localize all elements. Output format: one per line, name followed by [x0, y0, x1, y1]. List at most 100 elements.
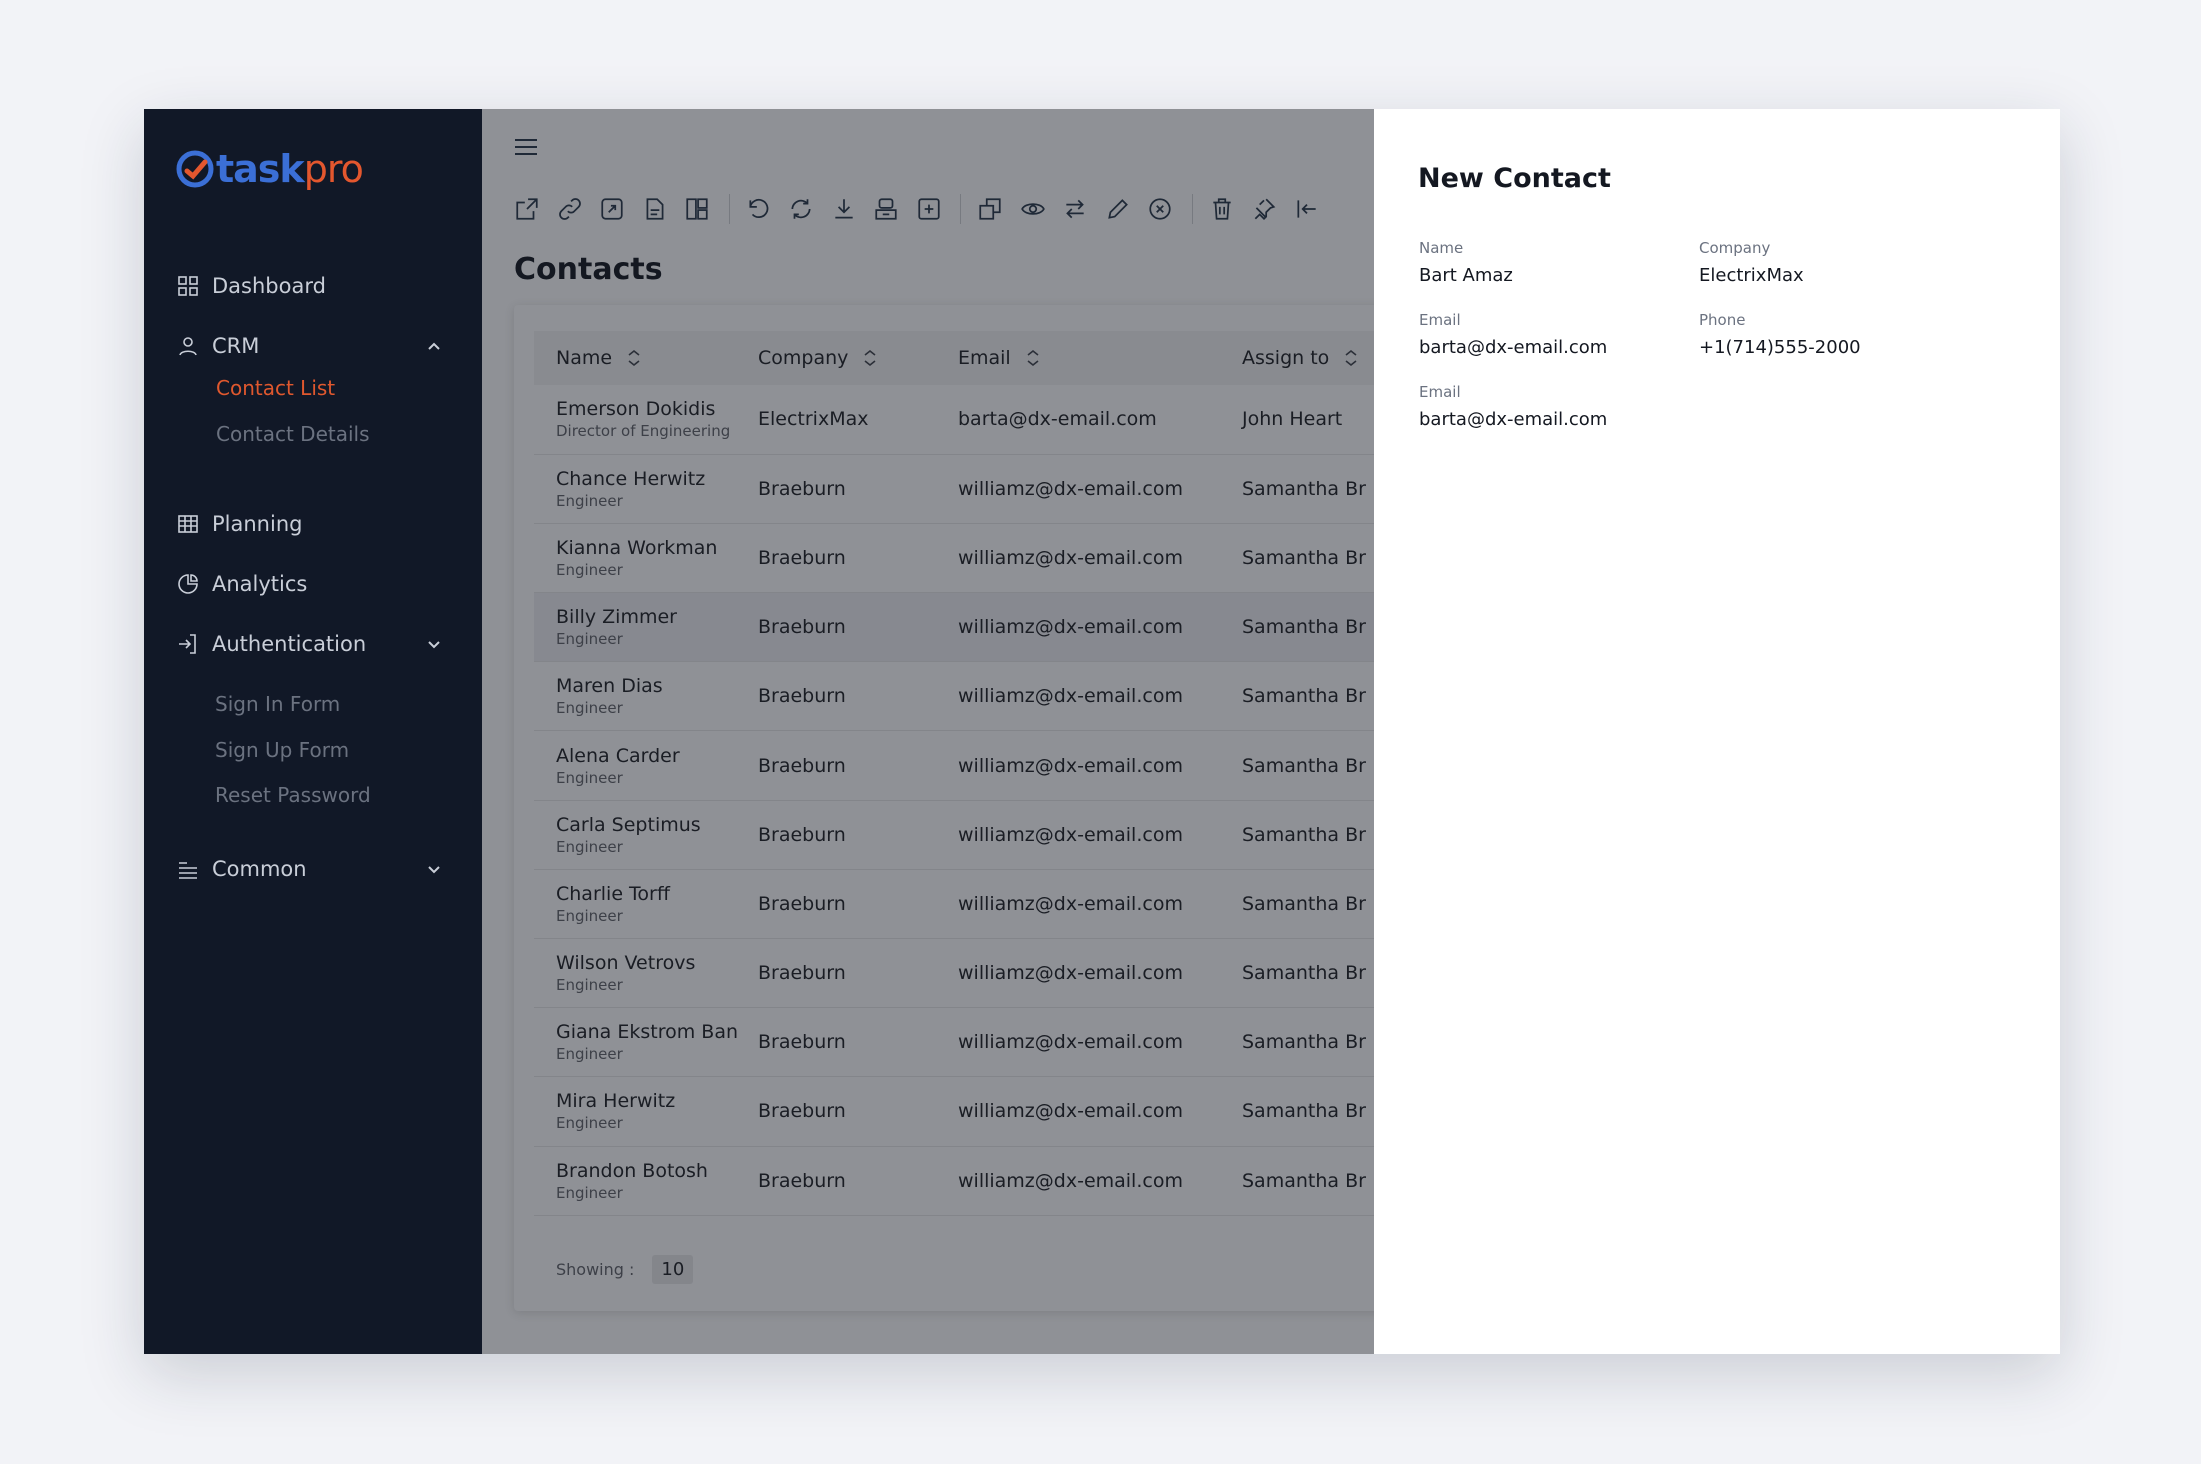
- nav-planning[interactable]: Planning: [176, 504, 444, 544]
- field-email-value[interactable]: barta@dx-email.com: [1419, 337, 1607, 358]
- add-button[interactable]: [914, 194, 944, 224]
- document-button[interactable]: [640, 194, 670, 224]
- page-title: Contacts: [514, 252, 663, 287]
- nav-analytics[interactable]: Analytics: [176, 564, 444, 604]
- export-button[interactable]: [512, 194, 542, 224]
- table-row[interactable]: Maren Dias Engineer Braeburn williamz@dx-em…: [534, 661, 1374, 732]
- cell-email: williamz@dx-email.com: [958, 523, 1242, 594]
- contact-name[interactable]: Emerson Dokidis: [556, 398, 758, 420]
- collapse-left-button[interactable]: [1292, 194, 1322, 224]
- edit-button[interactable]: [1103, 194, 1133, 224]
- cell-assign: Samantha Br: [1242, 1146, 1374, 1216]
- field-email: Email barta@dx-email.com: [1419, 311, 1607, 358]
- field-phone-label: Phone: [1699, 311, 1746, 329]
- nav-contact-list[interactable]: Contact List: [216, 371, 335, 405]
- nav-authentication[interactable]: Authentication: [176, 624, 444, 664]
- field-email-secondary-value[interactable]: barta@dx-email.com: [1419, 409, 1607, 430]
- refresh-button[interactable]: [786, 194, 816, 224]
- table-row[interactable]: Billy Zimmer Engineer Braeburn williamz@dx-…: [534, 592, 1374, 663]
- logo-mark-icon: [176, 150, 214, 188]
- copy-button[interactable]: [975, 194, 1005, 224]
- contact-name[interactable]: Brandon Botosh: [556, 1160, 758, 1182]
- cell-name: Charlie Torff Engineer: [534, 869, 758, 940]
- table-row[interactable]: Giana Ekstrom Ban Engineer Braeburn william…: [534, 1007, 1374, 1078]
- column-header-assign[interactable]: Assign to: [1242, 331, 1374, 385]
- nav-crm-label: CRM: [212, 334, 260, 358]
- contact-position: Engineer: [556, 491, 623, 510]
- table-row[interactable]: Emerson Dokidis Director of Engineering El…: [534, 385, 1374, 455]
- cell-email: williamz@dx-email.com: [958, 1146, 1242, 1216]
- table-row[interactable]: Wilson Vetrovs Engineer Braeburn williamz@d…: [534, 938, 1374, 1009]
- table-row[interactable]: Carla Septimus Engineer Braeburn williamz@d…: [534, 800, 1374, 870]
- contact-position: Engineer: [556, 630, 623, 649]
- cell-email: williamz@dx-email.com: [958, 938, 1242, 1009]
- field-company-label: Company: [1699, 239, 1771, 257]
- cell-email: williamz@dx-email.com: [958, 592, 1242, 663]
- contacts-table: Name Company Email Assign to Emerson Dok…: [534, 331, 1374, 1216]
- nav-reset-password[interactable]: Reset Password: [215, 778, 371, 812]
- column-header-company[interactable]: Company: [758, 331, 958, 385]
- contact-position: Director of Engineering: [556, 422, 731, 441]
- nav-common[interactable]: Common: [176, 849, 444, 889]
- pin-button[interactable]: [1249, 194, 1279, 224]
- page-size-selector[interactable]: 10: [652, 1255, 694, 1284]
- cell-company: ElectrixMax: [758, 385, 958, 455]
- hamburger-menu-icon[interactable]: [514, 137, 538, 157]
- field-phone-value[interactable]: +1(714)555-2000: [1699, 337, 1861, 358]
- contact-position: Engineer: [556, 1045, 623, 1064]
- cell-company: Braeburn: [758, 938, 958, 1009]
- contact-name[interactable]: Mira Herwitz: [556, 1090, 758, 1112]
- table-row[interactable]: Alena Carder Engineer Braeburn williamz@dx-…: [534, 730, 1374, 801]
- contact-name[interactable]: Billy Zimmer: [556, 606, 758, 628]
- contact-name[interactable]: Carla Septimus: [556, 814, 758, 836]
- logo[interactable]: taskpro: [176, 147, 364, 191]
- table-row[interactable]: Kianna Workman Engineer Braeburn williamz@d…: [534, 523, 1374, 594]
- cancel-button[interactable]: [1145, 194, 1175, 224]
- text-align-icon: [179, 862, 197, 879]
- nav-crm[interactable]: CRM: [176, 326, 444, 366]
- cell-email: williamz@dx-email.com: [958, 1076, 1242, 1147]
- contact-name[interactable]: Maren Dias: [556, 675, 758, 697]
- sort-icon: [628, 349, 640, 367]
- contacts-card: Name Company Email Assign to Emerson Dok…: [514, 305, 1374, 1311]
- main-content: Contacts Name Company Email Assign to Em…: [482, 109, 1374, 1354]
- contact-name[interactable]: Chance Herwitz: [556, 468, 758, 490]
- nav-contact-details[interactable]: Contact Details: [216, 417, 370, 451]
- contact-name[interactable]: Wilson Vetrovs: [556, 952, 758, 974]
- contact-name[interactable]: Giana Ekstrom Ban: [556, 1021, 758, 1043]
- download-button[interactable]: [829, 194, 859, 224]
- contact-name[interactable]: Alena Carder: [556, 745, 758, 767]
- table-row[interactable]: Brandon Botosh Engineer Braeburn williamz@d…: [534, 1146, 1374, 1216]
- archive-button[interactable]: [871, 194, 901, 224]
- column-header-name[interactable]: Name: [534, 331, 758, 385]
- table-row[interactable]: Mira Herwitz Engineer Braeburn williamz@dx-…: [534, 1076, 1374, 1147]
- panel-title: New Contact: [1418, 163, 1611, 194]
- table-row[interactable]: Chance Herwitz Engineer Braeburn williamz@d…: [534, 454, 1374, 524]
- view-button[interactable]: [1018, 194, 1048, 224]
- link-button[interactable]: [555, 194, 585, 224]
- contact-name[interactable]: Charlie Torff: [556, 883, 758, 905]
- undo-icon: [748, 198, 768, 219]
- cell-assign: Samantha Br: [1242, 800, 1374, 870]
- contact-name[interactable]: Kianna Workman: [556, 537, 758, 559]
- delete-button[interactable]: [1207, 194, 1237, 224]
- field-company-value[interactable]: ElectrixMax: [1699, 265, 1804, 286]
- pencil-icon: [1107, 199, 1128, 219]
- contact-position: Engineer: [556, 837, 623, 856]
- nav-dashboard[interactable]: Dashboard: [176, 266, 444, 306]
- cell-name: Brandon Botosh Engineer: [534, 1146, 758, 1216]
- undo-button[interactable]: [744, 194, 774, 224]
- pie-chart-icon: [178, 574, 198, 594]
- swap-button[interactable]: [1060, 194, 1090, 224]
- calendar-grid-icon: [178, 515, 198, 533]
- layout-button[interactable]: [682, 194, 712, 224]
- expand-button[interactable]: [597, 194, 627, 224]
- contact-position: Engineer: [556, 976, 623, 995]
- layout-icon: [686, 198, 708, 220]
- field-name-value[interactable]: Bart Amaz: [1419, 265, 1513, 286]
- nav-sign-in-form[interactable]: Sign In Form: [215, 687, 340, 721]
- nav-sign-up-form[interactable]: Sign Up Form: [215, 733, 349, 767]
- table-row[interactable]: Charlie Torff Engineer Braeburn williamz@dx…: [534, 869, 1374, 940]
- column-header-email[interactable]: Email: [958, 331, 1242, 385]
- cell-company: Braeburn: [758, 869, 958, 940]
